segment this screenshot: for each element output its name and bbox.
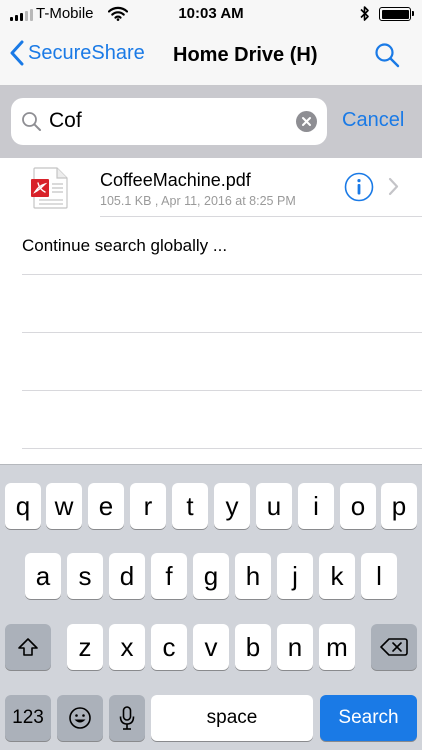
continue-search-label: Continue search globally ... xyxy=(22,236,228,255)
key-c[interactable]: c xyxy=(151,624,187,670)
cancel-button[interactable]: Cancel xyxy=(342,109,404,132)
search-field[interactable] xyxy=(11,98,327,145)
navigation-bar: SecureShare Home Drive (H) xyxy=(0,28,422,86)
key-f[interactable]: f xyxy=(151,553,187,599)
bluetooth-icon xyxy=(360,6,369,21)
search-key[interactable]: Search xyxy=(320,695,417,741)
back-button[interactable]: SecureShare xyxy=(10,40,145,66)
delete-icon xyxy=(380,638,408,656)
key-q[interactable]: q xyxy=(5,483,41,529)
key-g[interactable]: g xyxy=(193,553,229,599)
key-b[interactable]: b xyxy=(235,624,271,670)
file-meta: 105.1 KB , Apr 11, 2016 at 8:25 PM xyxy=(100,194,296,208)
microphone-icon xyxy=(119,706,135,730)
status-bar: T-Mobile 10:03 AM xyxy=(0,0,422,28)
key-u[interactable]: u xyxy=(256,483,292,529)
clear-icon[interactable] xyxy=(296,111,317,132)
key-j[interactable]: j xyxy=(277,553,313,599)
emoji-key[interactable] xyxy=(57,695,103,741)
key-i[interactable]: i xyxy=(298,483,334,529)
key-l[interactable]: l xyxy=(361,553,397,599)
key-y[interactable]: y xyxy=(214,483,250,529)
search-input[interactable] xyxy=(49,106,289,136)
continue-search-globally[interactable]: Continue search globally ... xyxy=(0,217,422,275)
key-d[interactable]: d xyxy=(109,553,145,599)
key-n[interactable]: n xyxy=(277,624,313,670)
signal-icon xyxy=(10,9,33,21)
key-x[interactable]: x xyxy=(109,624,145,670)
emoji-icon xyxy=(69,707,91,729)
pdf-file-icon xyxy=(31,167,68,209)
key-s[interactable]: s xyxy=(67,553,103,599)
search-icon[interactable] xyxy=(374,42,400,68)
dictation-key[interactable] xyxy=(109,695,145,741)
keyboard: q w e r t y u i o p a s d f g h j k l z … xyxy=(0,464,422,750)
battery-icon xyxy=(379,7,414,21)
key-m[interactable]: m xyxy=(319,624,355,670)
key-v[interactable]: v xyxy=(193,624,229,670)
delete-key[interactable] xyxy=(371,624,417,670)
list-divider xyxy=(22,332,422,333)
key-k[interactable]: k xyxy=(319,553,355,599)
file-result-row[interactable]: CoffeeMachine.pdf 105.1 KB , Apr 11, 201… xyxy=(0,158,422,216)
key-e[interactable]: e xyxy=(88,483,124,529)
info-icon[interactable] xyxy=(344,172,374,202)
back-button-label: SecureShare xyxy=(28,41,145,64)
key-h[interactable]: h xyxy=(235,553,271,599)
key-z[interactable]: z xyxy=(67,624,103,670)
search-bar: Cancel xyxy=(0,86,422,158)
page-title: Home Drive (H) xyxy=(173,44,318,66)
wifi-icon xyxy=(108,6,128,21)
list-divider xyxy=(22,274,422,275)
key-o[interactable]: o xyxy=(340,483,376,529)
key-t[interactable]: t xyxy=(172,483,208,529)
space-key[interactable]: space xyxy=(151,695,313,741)
list-divider xyxy=(22,448,422,449)
back-chevron-icon xyxy=(10,40,24,66)
list-divider xyxy=(22,390,422,391)
search-field-icon xyxy=(22,112,41,131)
numbers-key[interactable]: 123 xyxy=(5,695,51,741)
chevron-right-icon xyxy=(388,177,399,196)
carrier-name: T-Mobile xyxy=(36,5,94,22)
file-name: CoffeeMachine.pdf xyxy=(100,170,251,190)
key-w[interactable]: w xyxy=(46,483,82,529)
key-a[interactable]: a xyxy=(25,553,61,599)
shift-key[interactable] xyxy=(5,624,51,670)
key-r[interactable]: r xyxy=(130,483,166,529)
shift-icon xyxy=(18,638,38,656)
key-p[interactable]: p xyxy=(381,483,417,529)
